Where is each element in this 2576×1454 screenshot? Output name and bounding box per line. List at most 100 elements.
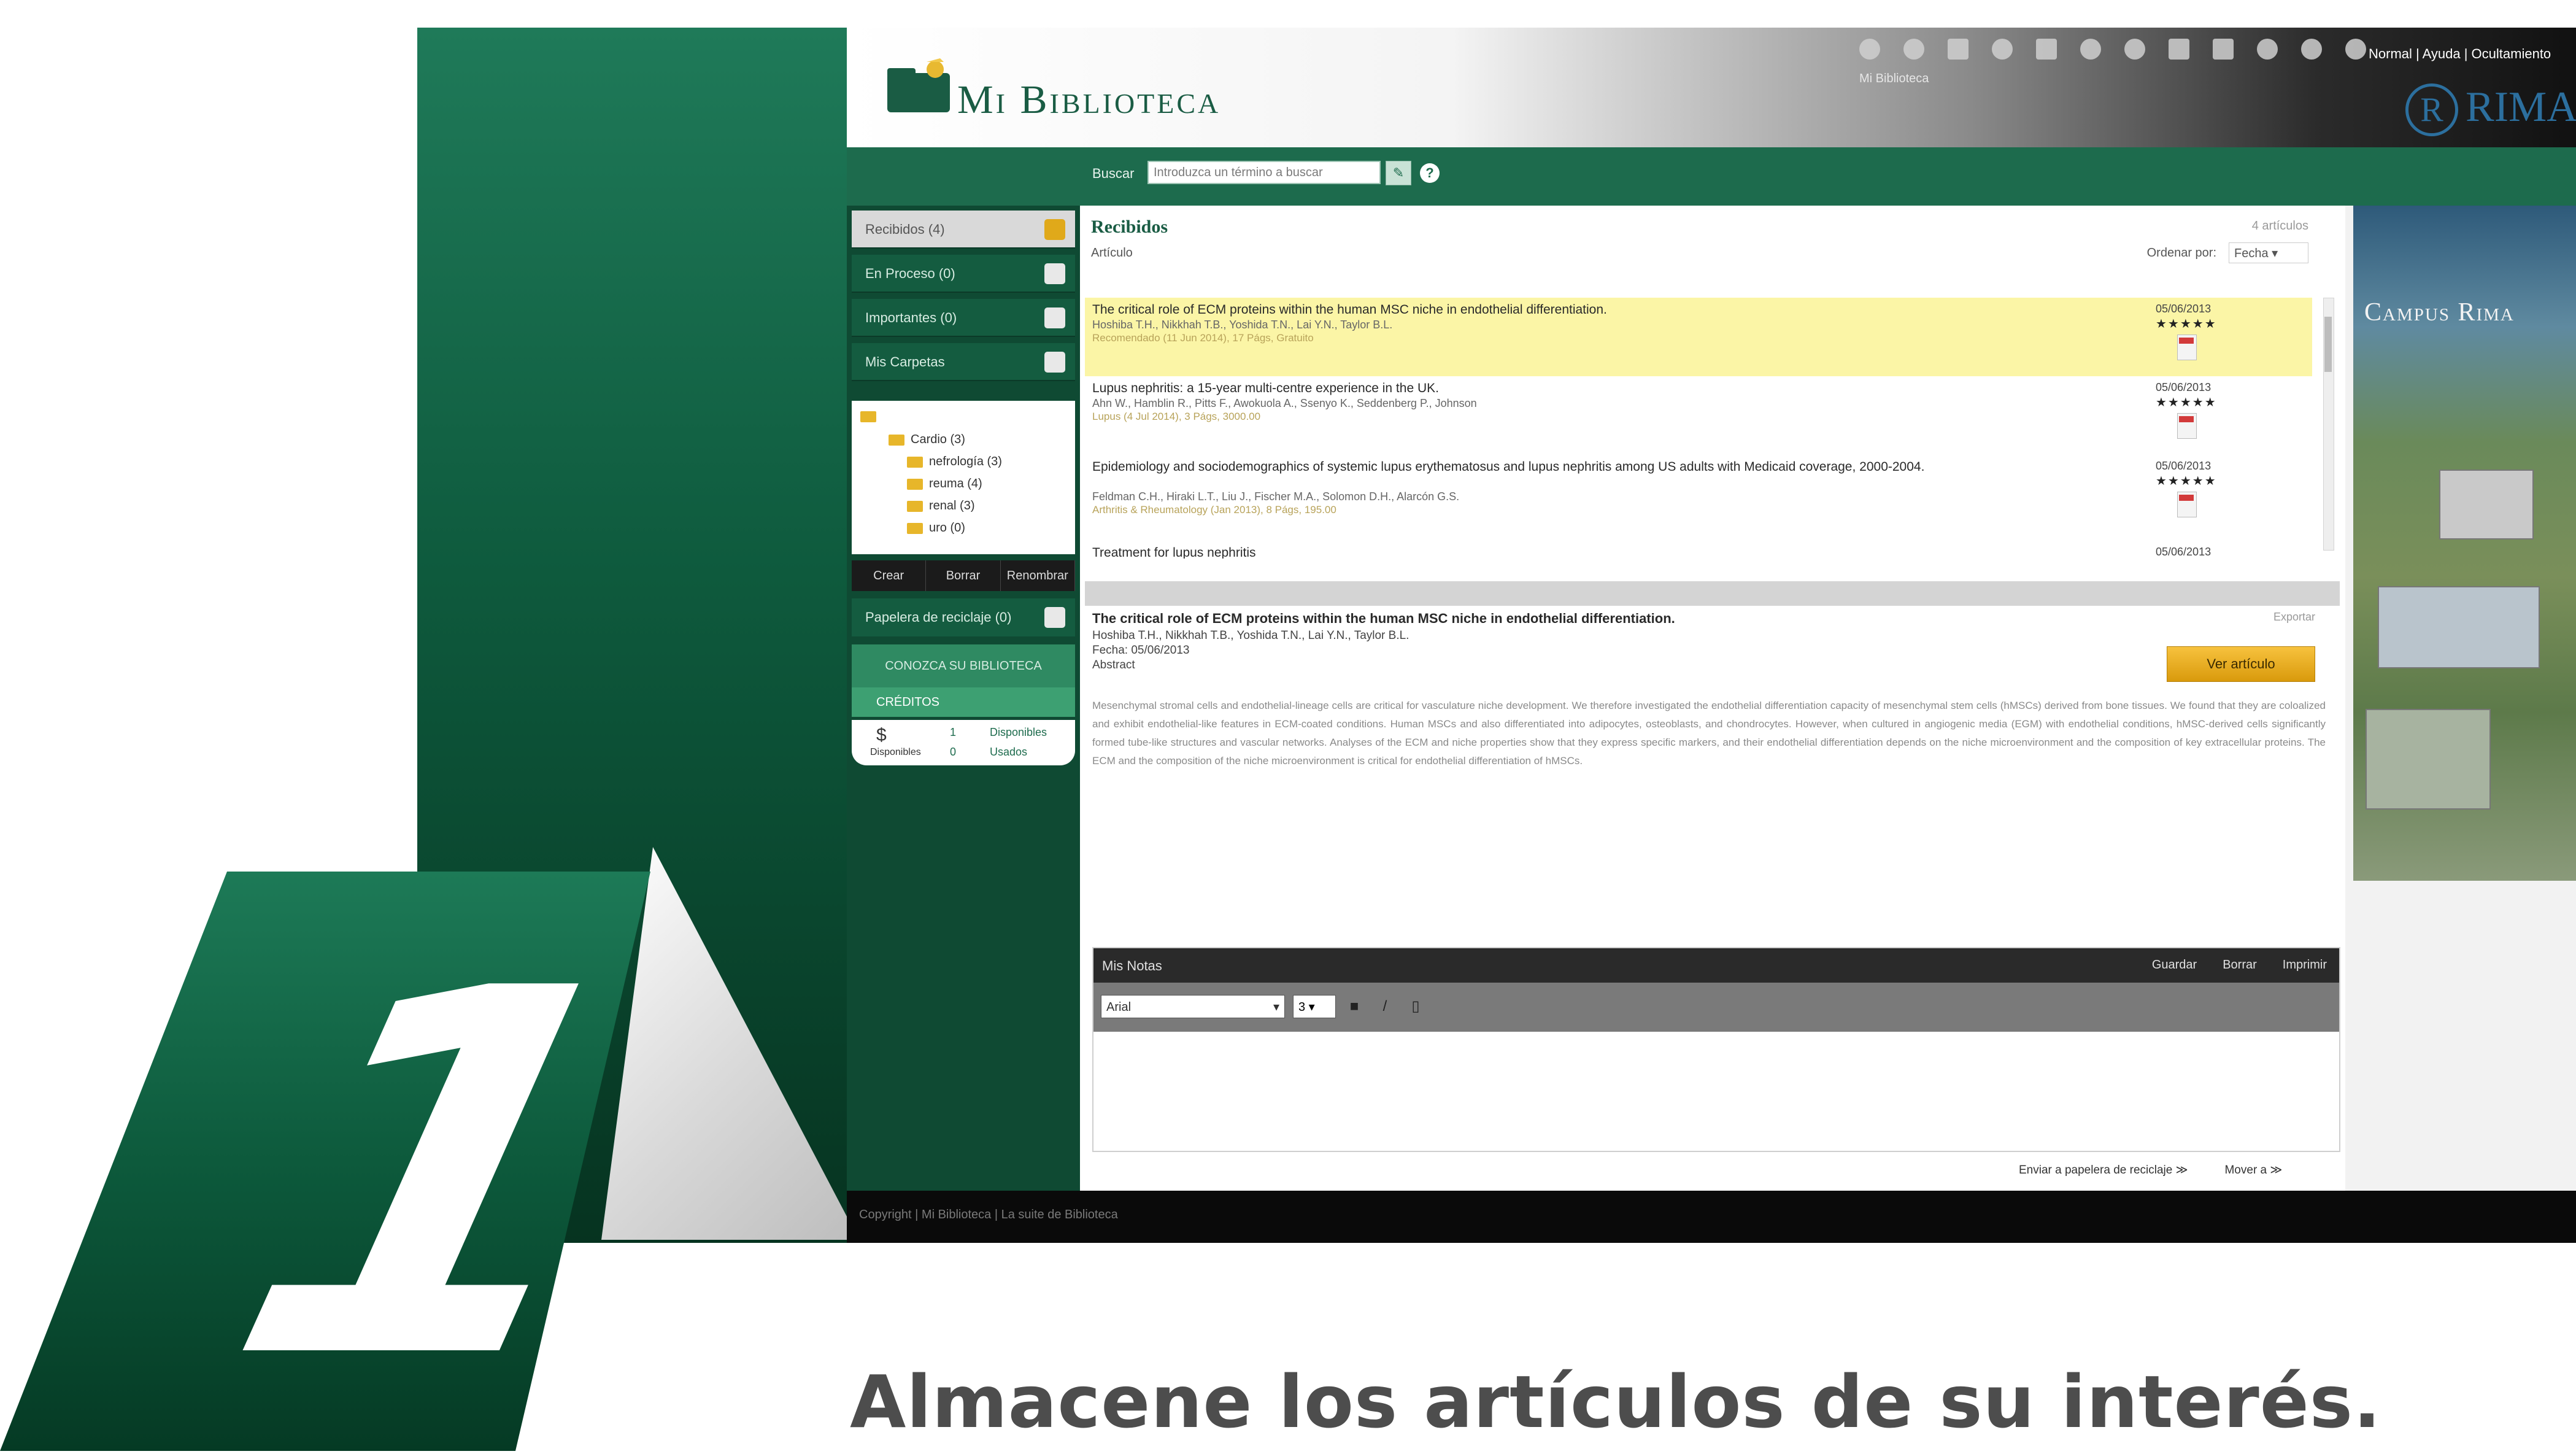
top-links[interactable]: Normal | Ayuda | Ocultamiento <box>2369 46 2551 62</box>
notes-editor: Mis Notas Guardar Borrar Imprimir Arial ▾… <box>1092 947 2340 1152</box>
calendar-icon <box>1044 263 1065 284</box>
tree-item[interactable]: uro (0) <box>907 521 965 535</box>
campus-title: Campus Rima <box>2364 298 2515 327</box>
notes-toolbar: Arial ▾ 3 ▾ ■ / ▯ <box>1093 983 2339 1032</box>
font-select[interactable]: Arial ▾ <box>1101 995 1285 1018</box>
toolbar-icons <box>1859 39 2366 60</box>
article-row[interactable]: Epidemiology and sociodemographics of sy… <box>1085 455 2312 541</box>
home-icon[interactable] <box>1903 39 1924 60</box>
search-bar: Buscar Introduzca un término a buscar ✎ … <box>847 147 2576 206</box>
search-input[interactable]: Introduzca un término a buscar <box>1147 161 1381 184</box>
tree-item[interactable]: nefrología (3) <box>907 455 1002 469</box>
building-shape <box>2366 709 2491 810</box>
notes-header: Mis Notas Guardar Borrar Imprimir <box>1093 948 2339 983</box>
tree-item[interactable]: renal (3) <box>907 499 974 513</box>
article-list: The critical role of ECM proteins within… <box>1085 298 2331 559</box>
tree-item[interactable]: Cardio (3) <box>889 433 965 447</box>
help-button[interactable]: ? <box>1420 163 1440 183</box>
sidebar: Recibidos (4) En Proceso (0) Importantes… <box>847 206 1080 1200</box>
font-size-icon[interactable] <box>2169 39 2189 60</box>
notes-actions: Guardar Borrar Imprimir <box>2152 958 2327 972</box>
sidebar-item-trash[interactable]: Papelera de reciclaje (0) <box>852 598 1075 636</box>
view-article-button[interactable]: Ver artículo <box>2167 646 2315 682</box>
status-bar: Copyright | Mi Biblioteca | La suite de … <box>847 1191 2576 1243</box>
sort-select[interactable]: Fecha ▾ <box>2229 242 2308 263</box>
flag-icon[interactable] <box>2345 39 2366 60</box>
folder-icon <box>907 478 923 490</box>
rima-r-icon: R <box>2405 83 2458 136</box>
article-row[interactable]: Lupus nephritis: a 15-year multi-centre … <box>1085 376 2312 455</box>
pdf-icon[interactable] <box>2177 334 2197 360</box>
step-number-card: 1 <box>0 872 687 1454</box>
document-icon[interactable] <box>1948 39 1969 60</box>
notes-textarea[interactable] <box>1093 1032 2339 1148</box>
trash-icon[interactable]: ▯ <box>1406 996 1425 1017</box>
list-scrollbar[interactable] <box>2323 298 2334 551</box>
rename-folder-button[interactable]: Renombrar <box>1001 560 1075 591</box>
about-library-button[interactable]: CONOZCA SU BIBLIOTECA <box>852 644 1075 687</box>
create-folder-button[interactable]: Crear <box>852 560 927 591</box>
italic-icon[interactable]: / <box>1376 996 1394 1017</box>
power-icon[interactable] <box>2301 39 2322 60</box>
folder-icon <box>907 456 923 468</box>
credits-header: CRÉDITOS <box>852 687 1075 717</box>
sidebar-item-mis-carpetas[interactable]: Mis Carpetas <box>852 343 1075 381</box>
globe-icon[interactable] <box>1859 39 1880 60</box>
search-button[interactable]: ✎ <box>1386 161 1411 185</box>
credit-box: $ Disponibles 1 0 Disponibles Usados <box>852 720 1075 765</box>
pdf-icon[interactable] <box>2177 413 2197 439</box>
campus-banner[interactable]: Campus Rima <box>2353 206 2576 881</box>
column-header: Artículo <box>1091 246 1133 260</box>
building-shape <box>2378 586 2540 668</box>
mi-biblioteca-small-label: Mi Biblioteca <box>1859 72 1929 85</box>
rating-stars: ★★★★★ <box>2156 317 2217 331</box>
notes-title: Mis Notas <box>1102 958 1162 973</box>
status-text: Copyright | Mi Biblioteca | La suite de … <box>859 1208 1118 1221</box>
rating-stars: ★★★★★ <box>2156 396 2217 409</box>
article-row[interactable]: The critical role of ECM proteins within… <box>1085 298 2312 376</box>
sidebar-item-recibidos[interactable]: Recibidos (4) <box>852 211 1075 249</box>
settings-icon[interactable] <box>2080 39 2101 60</box>
move-to-button[interactable]: Mover a ≫ <box>2224 1163 2282 1177</box>
sidebar-item-importantes[interactable]: Importantes (0) <box>852 299 1075 337</box>
detail-title: The critical role of ECM proteins within… <box>1092 611 1675 626</box>
print-notes-button[interactable]: Imprimir <box>2283 958 2327 972</box>
article-detail: The critical role of ECM proteins within… <box>1085 611 2340 1200</box>
save-notes-button[interactable]: Guardar <box>2152 958 2197 972</box>
trash-icon <box>1044 607 1065 628</box>
pdf-icon[interactable] <box>2177 492 2197 517</box>
detail-authors: Hoshiba T.H., Nikkhah T.B., Yoshida T.N.… <box>1092 629 1409 642</box>
export-link[interactable]: Exportar <box>2273 611 2315 624</box>
detail-date: Fecha: 05/06/2013 <box>1092 644 1190 657</box>
sidebar-item-en-proceso[interactable]: En Proceso (0) <box>852 255 1075 293</box>
dollar-icon: $ <box>876 725 887 745</box>
gear-icon[interactable] <box>2124 39 2145 60</box>
send-to-trash-button[interactable]: Enviar a papelera de reciclaje ≫ <box>2019 1163 2188 1177</box>
panel-title: Recibidos <box>1091 217 1168 237</box>
article-count: 4 artículos <box>2251 219 2308 233</box>
minus-icon[interactable] <box>2213 39 2234 60</box>
folder-icon <box>860 411 876 422</box>
panel-divider[interactable] <box>1085 581 2340 606</box>
article-row[interactable]: Treatment for lupus nephritis 05/06/2013 <box>1085 541 2312 559</box>
font-size-select[interactable]: 3 ▾ <box>1293 995 1336 1018</box>
folder-icon <box>889 434 904 446</box>
scroll-thumb[interactable] <box>2324 317 2332 372</box>
bold-icon[interactable]: ■ <box>1345 996 1363 1017</box>
tree-item[interactable]: reuma (4) <box>907 477 982 491</box>
app-title: Mi Biblioteca <box>957 77 1221 122</box>
folder-icon[interactable] <box>2036 39 2057 60</box>
folder-icon <box>1044 352 1065 373</box>
bottom-actions: Enviar a papelera de reciclaje ≫ Mover a… <box>2019 1163 2282 1177</box>
tree-root[interactable] <box>860 409 882 423</box>
delete-notes-button[interactable]: Borrar <box>2223 958 2257 972</box>
folder-actions: Crear Borrar Renombrar <box>852 560 1075 591</box>
search-label: Buscar <box>1092 166 1135 181</box>
delete-folder-button[interactable]: Borrar <box>926 560 1001 591</box>
contrast-icon[interactable] <box>2257 39 2278 60</box>
abstract-text: Mesenchymal stromal cells and endothelia… <box>1092 700 2326 767</box>
share-icon[interactable] <box>1992 39 2013 60</box>
inbox-icon <box>1044 219 1065 240</box>
app-window: Mi Biblioteca Mi Biblioteca Normal | Ayu… <box>847 28 2576 1243</box>
star-icon <box>1044 307 1065 328</box>
